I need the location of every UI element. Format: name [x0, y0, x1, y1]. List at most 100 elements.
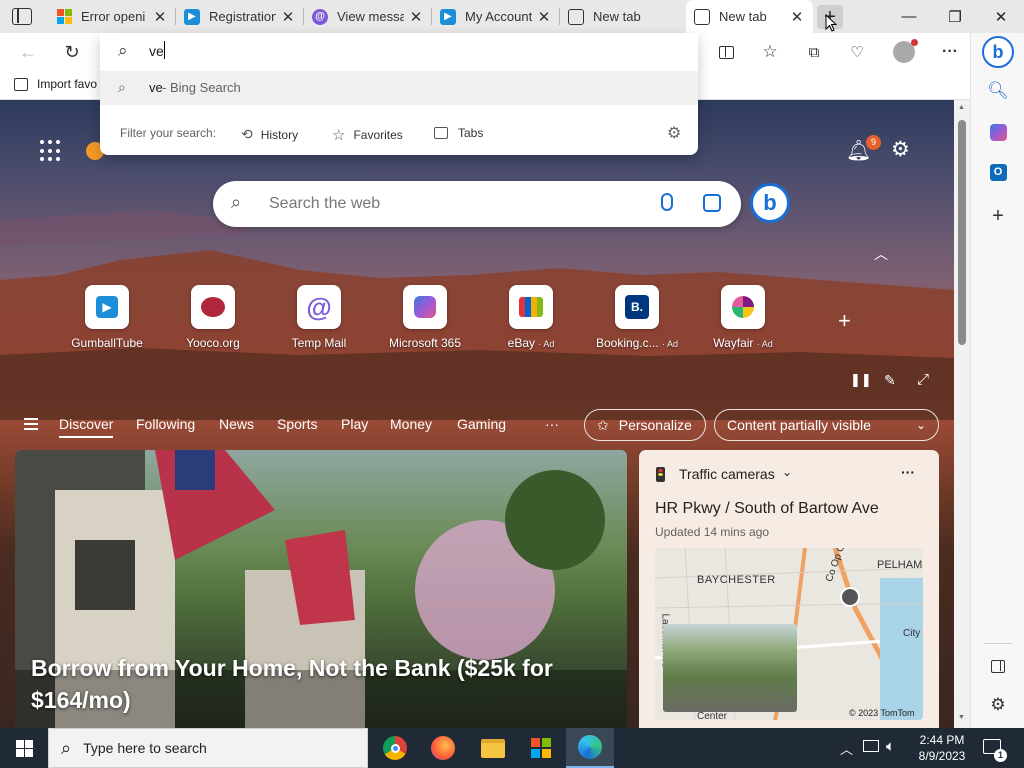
collections-icon[interactable]: ⧉	[800, 38, 828, 66]
nav-discover[interactable]: Discover	[59, 416, 114, 438]
nav-sports[interactable]: Sports	[277, 416, 317, 432]
tab-title: New tab	[719, 9, 767, 24]
quick-link-yooco[interactable]: Yooco.org	[168, 285, 258, 350]
hero-article-card[interactable]: Borrow from Your Home, Not the Bank ($25…	[15, 450, 627, 728]
bing-chat-button[interactable]: b	[750, 183, 790, 223]
quick-link-ebay[interactable]: eBay · Ad	[486, 285, 576, 350]
windows-logo-icon	[15, 739, 33, 757]
split-screen-icon[interactable]	[712, 38, 740, 66]
outlook-icon[interactable]: O	[984, 158, 1012, 186]
quick-link-microsoft-365[interactable]: Microsoft 365	[380, 285, 470, 350]
menu-icon[interactable]	[24, 418, 38, 430]
microsoft-365-icon	[414, 296, 436, 318]
tab-actions-icon[interactable]	[12, 8, 32, 25]
quick-link-booking[interactable]: B. Booking.c... · Ad	[592, 285, 682, 350]
nav-following[interactable]: Following	[136, 416, 195, 432]
nav-gaming[interactable]: Gaming	[457, 416, 506, 432]
start-button[interactable]	[0, 728, 48, 768]
minimize-button[interactable]: —	[886, 0, 932, 33]
edit-background-icon[interactable]: ✎	[884, 372, 896, 389]
bing-chat-icon[interactable]: b	[982, 36, 1014, 68]
chevron-down-icon[interactable]: ⌄	[782, 465, 792, 479]
suggestion-row[interactable]: ⌕ ve - Bing Search	[100, 71, 698, 105]
traffic-map[interactable]: BAYCHESTER PELHAM Co Op Cit Laconia Ave …	[655, 548, 923, 720]
sidebar-settings-icon[interactable]: ⚙	[984, 691, 1012, 719]
quick-link-temp-mail[interactable]: @ Temp Mail	[274, 285, 364, 350]
scrollbar-thumb[interactable]	[958, 120, 966, 345]
nav-money[interactable]: Money	[390, 416, 432, 432]
network-icon[interactable]	[863, 740, 879, 752]
pause-background-icon[interactable]: ❚❚	[850, 372, 872, 388]
page-settings-gear-icon[interactable]: ⚙	[891, 137, 910, 162]
tab-my-account[interactable]: ▶ My Account ✕	[432, 0, 560, 33]
search-settings-gear-icon[interactable]: ⚙	[667, 123, 681, 143]
web-search-box[interactable]: ⌕ Search the web	[213, 181, 741, 227]
traffic-card-title[interactable]: Traffic cameras	[679, 466, 775, 482]
import-favorites-button[interactable]: Import favo	[14, 77, 97, 91]
microsoft-365-icon[interactable]	[984, 118, 1012, 146]
video-icon: ▶	[184, 8, 200, 25]
tab-new-tab-active[interactable]: New tab ✕	[686, 0, 813, 33]
quick-link-wayfair[interactable]: Wayfair · Ad	[698, 285, 788, 350]
tab-new-tab[interactable]: New tab	[560, 0, 686, 33]
map-label: Center	[697, 711, 728, 720]
chevron-down-icon: ⌄	[915, 418, 926, 432]
hide-sidebar-icon[interactable]	[984, 652, 1012, 680]
microphone-icon[interactable]	[661, 193, 673, 211]
address-input[interactable]: ve	[149, 43, 164, 59]
browser-essentials-icon[interactable]: ♡	[843, 38, 871, 66]
add-favorite-icon[interactable]: ☆	[756, 38, 784, 66]
microsoft-icon	[56, 8, 72, 25]
firefox-taskbar-icon[interactable]	[419, 728, 467, 768]
page-scrollbar[interactable]: ▲ ▼	[954, 100, 970, 728]
back-button[interactable]: ←	[14, 38, 42, 66]
visual-search-icon[interactable]	[703, 194, 721, 212]
quick-link-gumballtube[interactable]: ▶ GumballTube	[62, 285, 152, 350]
hero-headline[interactable]: Borrow from Your Home, Not the Bank ($25…	[31, 652, 591, 716]
add-sidebar-app-icon[interactable]: +	[984, 202, 1012, 230]
store-taskbar-icon[interactable]	[517, 728, 565, 768]
close-tab-icon[interactable]: ✕	[408, 8, 424, 26]
profile-avatar[interactable]	[890, 38, 918, 66]
filter-favorites[interactable]: ☆ Favorites	[332, 126, 403, 144]
filter-history[interactable]: ⟲ History	[241, 126, 298, 143]
apps-launcher-icon[interactable]	[40, 140, 62, 162]
close-tab-icon[interactable]: ✕	[536, 8, 552, 26]
tab-error-opening[interactable]: Error openi ✕	[48, 0, 176, 33]
show-hidden-icons-chevron[interactable]: ︿	[840, 739, 853, 758]
tab-view-message[interactable]: @ View messa ✕	[304, 0, 432, 33]
restore-button[interactable]: ❐	[932, 0, 978, 33]
close-window-button[interactable]: ✕	[978, 0, 1024, 33]
file-explorer-taskbar-icon[interactable]	[469, 728, 517, 768]
search-icon[interactable]: 🔍︎	[984, 77, 1012, 105]
card-more-icon[interactable]: ···	[901, 464, 915, 480]
taskbar-clock[interactable]: 2:44 PM 8/9/2023	[912, 732, 972, 764]
content-visibility-dropdown[interactable]: Content partially visible ⌄	[714, 409, 939, 441]
tab-title: Registration	[209, 9, 276, 24]
tab-registration[interactable]: ▶ Registration ✕	[176, 0, 304, 33]
tabs-icon	[434, 127, 448, 139]
personalize-button[interactable]: ✩ Personalize	[584, 409, 706, 441]
filter-tabs[interactable]: Tabs	[434, 126, 483, 140]
settings-more-icon[interactable]: ···	[936, 38, 964, 66]
new-tab-page: 🔔︎ 9 ⚙ ⌕ Search the web b ︿ ▶ GumballTub…	[0, 100, 954, 728]
nav-more[interactable]: ···	[545, 416, 559, 432]
nav-play[interactable]: Play	[341, 416, 368, 432]
close-tab-icon[interactable]: ✕	[789, 8, 805, 26]
camera-snapshot[interactable]	[663, 624, 797, 712]
add-quick-link-icon[interactable]: +	[838, 308, 851, 334]
expand-icon[interactable]: ⤢	[917, 371, 929, 388]
chrome-taskbar-icon[interactable]	[371, 728, 419, 768]
camera-pin-icon[interactable]	[840, 587, 860, 607]
nav-news[interactable]: News	[219, 416, 254, 432]
collapse-chevron-icon[interactable]: ︿	[874, 244, 888, 264]
history-icon: ⟲	[241, 126, 253, 142]
close-tab-icon[interactable]: ✕	[280, 8, 296, 26]
close-tab-icon[interactable]: ✕	[152, 8, 168, 26]
taskbar-search-box[interactable]: ⌕ Type here to search	[48, 728, 368, 768]
traffic-updated: Updated 14 mins ago	[655, 525, 770, 539]
traffic-location: HR Pkwy / South of Bartow Ave	[655, 500, 879, 517]
volume-icon[interactable]: 🔈︎	[886, 738, 895, 755]
edge-taskbar-icon[interactable]	[566, 728, 614, 768]
refresh-button[interactable]: ↻	[58, 38, 86, 66]
